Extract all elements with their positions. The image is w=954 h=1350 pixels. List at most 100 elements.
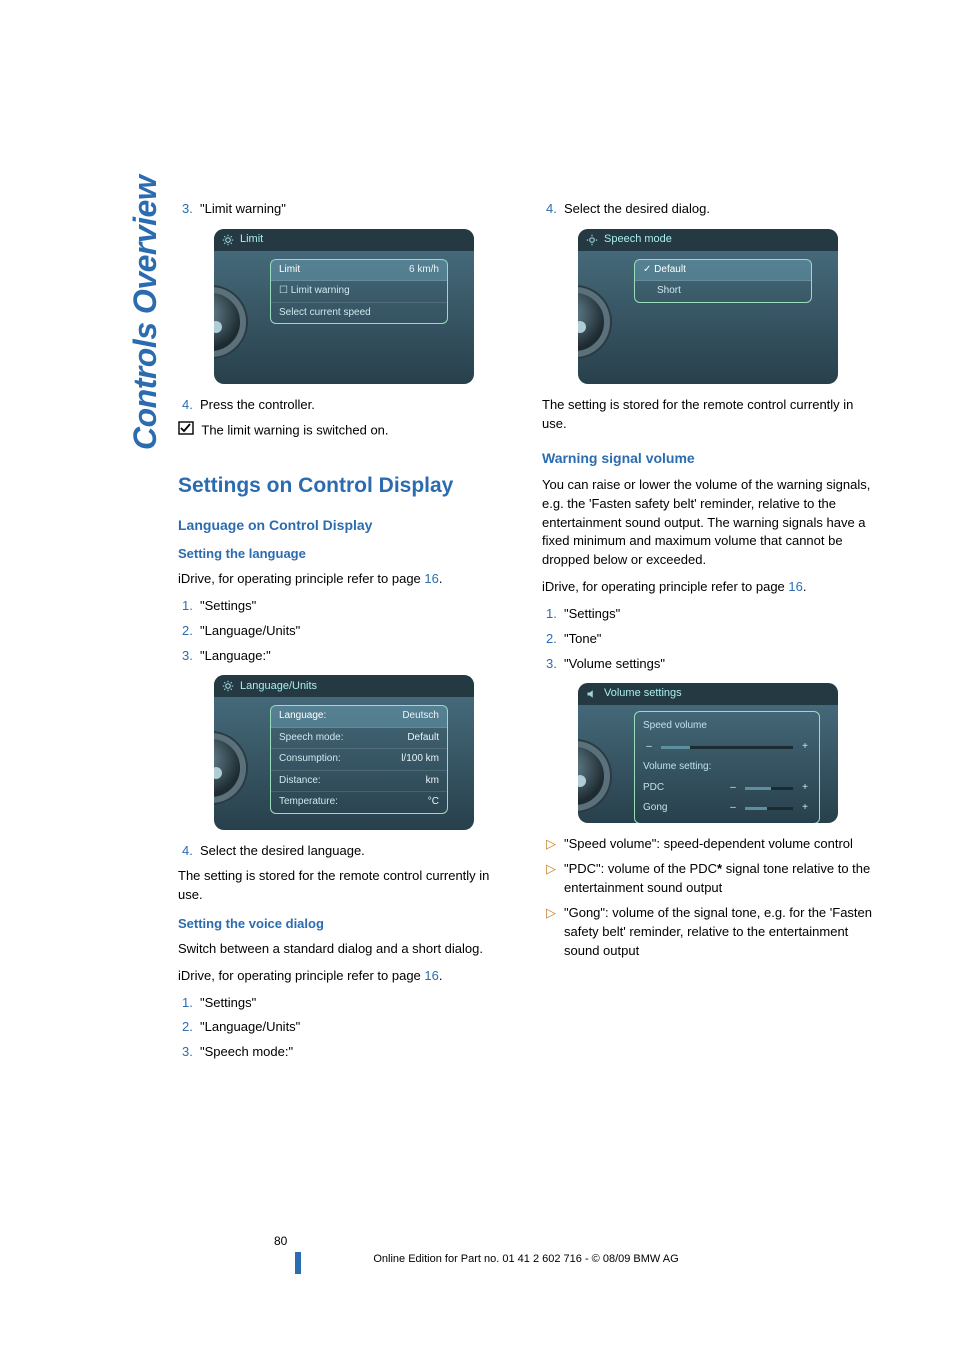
check-text: The limit warning is switched on. [201, 422, 388, 437]
step-number: 3. [182, 647, 200, 666]
triangle-bullet-icon: ▷ [546, 835, 564, 854]
gear-icon [222, 680, 234, 692]
bullet-text: "Gong": volume of the signal tone, e.g. … [564, 904, 874, 961]
speed-volume-label: Speed volume [643, 719, 811, 734]
menu-item: Temperature: [279, 795, 428, 810]
step-number: 1. [182, 597, 200, 616]
voice-desc: Switch between a standard dialog and a s… [178, 940, 510, 959]
gong-label: Gong [643, 801, 721, 816]
screen-title: Limit [240, 232, 263, 248]
page-link[interactable]: 16 [424, 571, 438, 586]
plus-icon: + [799, 740, 811, 755]
pdc-label: PDC [643, 781, 721, 796]
step-number: 4. [182, 396, 200, 415]
right-column: 4. Select the desired dialog. Speech mod… [542, 200, 874, 1068]
plus-icon: + [799, 801, 811, 816]
menu-item: ✓ Default [643, 263, 803, 278]
bullet-pdc: ▷ "PDC": volume of the PDC* signal tone … [546, 860, 874, 898]
warning-desc: You can raise or lower the volume of the… [542, 476, 874, 570]
stored-remote: The setting is stored for the remote con… [542, 396, 874, 434]
lang-step: 3."Language:" [182, 647, 510, 666]
menu-item: Consumption: [279, 752, 401, 767]
minus-icon: – [643, 740, 655, 755]
menu-item: ☐ Limit warning [279, 284, 439, 299]
menu-value: l/100 km [401, 752, 439, 767]
idrive-ref-2: iDrive, for operating principle refer to… [178, 967, 510, 986]
bullet-text: "Speed volume": speed-dependent volume c… [564, 835, 874, 854]
step-number: 2. [182, 1018, 200, 1037]
menu-item: Language: [279, 709, 402, 724]
voice-step: 3."Speech mode:" [182, 1043, 510, 1062]
menu-value: Deutsch [402, 709, 439, 724]
triangle-bullet-icon: ▷ [546, 860, 564, 898]
step-number: 3. [182, 200, 200, 219]
step-text: "Settings" [200, 597, 510, 616]
menu-value: °C [428, 795, 439, 810]
bullet-speed-volume: ▷ "Speed volume": speed-dependent volume… [546, 835, 874, 854]
idrive-ref-3: iDrive, for operating principle refer to… [542, 578, 874, 597]
step-text: "Limit warning" [200, 200, 510, 219]
lang-step: 1."Settings" [182, 597, 510, 616]
heading-settings-control-display: Settings on Control Display [178, 471, 510, 501]
gear-icon [222, 234, 234, 246]
page-link[interactable]: 16 [424, 968, 438, 983]
screen-title: Volume settings [604, 686, 682, 702]
step-text: "Settings" [200, 994, 510, 1013]
stored-remote: The setting is stored for the remote con… [178, 867, 510, 905]
vol-step: 2."Tone" [546, 630, 874, 649]
heading-setting-voice-dialog: Setting the voice dialog [178, 915, 510, 934]
speaker-icon [586, 688, 598, 700]
menu-value: 6 km/h [409, 263, 439, 278]
step-number: 4. [546, 200, 564, 219]
screen-title: Speech mode [604, 232, 672, 248]
gear-icon [586, 234, 598, 246]
screenshot-language-units: Language/Units Language:Deutsch Speech m… [214, 675, 474, 830]
bullet-text: "PDC": volume of the PDC* signal tone re… [564, 860, 874, 898]
footer-copyright: Online Edition for Part no. 01 41 2 602 … [178, 1252, 874, 1268]
step-limit-warning: 3. "Limit warning" [182, 200, 510, 219]
left-column: 3. "Limit warning" Limit Limit6 km/h ☐ L… [178, 200, 510, 1068]
step-press-controller: 4. Press the controller. [182, 396, 510, 415]
checkbox-icon [178, 421, 194, 441]
heading-language-control-display: Language on Control Display [178, 515, 510, 535]
vol-step: 1."Settings" [546, 605, 874, 624]
lang-step: 2."Language/Units" [182, 622, 510, 641]
limit-switched-on: The limit warning is switched on. [178, 421, 510, 441]
menu-value: Default [407, 731, 439, 746]
lang-step-4: 4. Select the desired language. [182, 842, 510, 861]
step-text: "Language/Units" [200, 622, 510, 641]
step-text: Press the controller. [200, 396, 510, 415]
step-text: Select the desired language. [200, 842, 510, 861]
step-select-dialog: 4. Select the desired dialog. [546, 200, 874, 219]
page-link[interactable]: 16 [788, 579, 802, 594]
menu-item: Limit [279, 263, 409, 278]
menu-value: km [426, 774, 439, 789]
page-number: 80 [274, 1233, 287, 1250]
step-number: 3. [546, 655, 564, 674]
step-text: "Tone" [564, 630, 874, 649]
voice-step: 2."Language/Units" [182, 1018, 510, 1037]
idrive-ref-1: iDrive, for operating principle refer to… [178, 570, 510, 589]
bullet-gong: ▷ "Gong": volume of the signal tone, e.g… [546, 904, 874, 961]
menu-item: Short [643, 284, 803, 299]
volume-setting-label: Volume setting: [643, 760, 811, 775]
step-text: Select the desired dialog. [564, 200, 874, 219]
minus-icon: – [727, 801, 739, 816]
heading-setting-language: Setting the language [178, 545, 510, 564]
step-number: 1. [182, 994, 200, 1013]
screenshot-limit: Limit Limit6 km/h ☐ Limit warning Select… [214, 229, 474, 384]
menu-item: Speech mode: [279, 731, 407, 746]
menu-item: Distance: [279, 774, 426, 789]
step-text: "Settings" [564, 605, 874, 624]
step-number: 4. [182, 842, 200, 861]
minus-icon: – [727, 781, 739, 796]
step-text: "Language:" [200, 647, 510, 666]
step-number: 2. [182, 622, 200, 641]
heading-warning-signal-volume: Warning signal volume [542, 448, 874, 468]
step-text: "Speech mode:" [200, 1043, 510, 1062]
step-number: 3. [182, 1043, 200, 1062]
vol-step: 3."Volume settings" [546, 655, 874, 674]
triangle-bullet-icon: ▷ [546, 904, 564, 961]
step-number: 1. [546, 605, 564, 624]
voice-step: 1."Settings" [182, 994, 510, 1013]
